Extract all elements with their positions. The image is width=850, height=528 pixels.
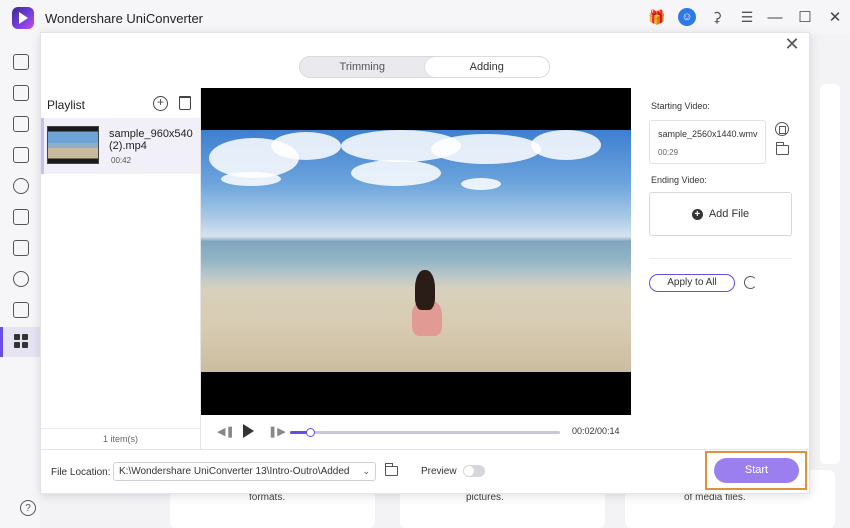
file-location-select[interactable]: K:\Wondershare UniConverter 13\Intro-Out…	[113, 462, 376, 481]
gift-icon[interactable]: 🎁	[644, 4, 670, 30]
app-title: Wondershare UniConverter	[45, 11, 203, 26]
maximize-button[interactable]: ☐	[790, 4, 820, 30]
add-icon: +	[691, 208, 703, 220]
preview-label: Preview	[421, 466, 457, 477]
starting-video-duration: 00:29	[658, 148, 679, 157]
converter-icon[interactable]	[13, 85, 29, 101]
starting-video-label: Starting Video:	[651, 101, 710, 111]
add-file-label: Add File	[708, 208, 750, 220]
delete-starting-video-icon[interactable]	[775, 122, 789, 136]
downloader-icon[interactable]	[13, 116, 29, 132]
refresh-icon[interactable]	[744, 276, 757, 289]
home-icon[interactable]	[13, 54, 29, 70]
file-location-label: File Location:	[51, 467, 111, 478]
mode-tabs: Trimming Adding	[299, 56, 550, 78]
close-window-button[interactable]: ✕	[820, 4, 850, 30]
starting-video-name: sample_2560x1440.wmv	[658, 129, 758, 139]
sidebar-item-toolbox[interactable]	[0, 327, 40, 357]
video-editor-icon[interactable]	[13, 147, 29, 163]
play-icon[interactable]	[243, 424, 254, 438]
titlebar-icons: 🎁 ☺ ⚳ ☰ — ☐ ✕	[640, 0, 850, 34]
beach-scene-image	[201, 130, 631, 372]
person-figure	[409, 270, 443, 340]
video-preview[interactable]	[201, 88, 631, 415]
apply-to-all-button[interactable]: Apply to All	[649, 274, 735, 292]
delete-playlist-icon[interactable]	[179, 96, 191, 110]
headset-icon[interactable]: ⚳	[704, 4, 730, 30]
time-readout: 00:02/00:14	[572, 426, 620, 436]
video-thumbnail	[47, 126, 99, 164]
player-icon[interactable]	[13, 302, 29, 318]
tab-trimming[interactable]: Trimming	[300, 57, 425, 77]
file-location-value: K:\Wondershare UniConverter 13\Intro-Out…	[119, 466, 350, 477]
add-file-button[interactable]: + Add File	[649, 192, 792, 236]
screen-recorder-icon[interactable]	[13, 240, 29, 256]
chevron-down-icon: ⌄	[362, 466, 370, 476]
playlist-panel: Playlist + sample_960x540 (2).mp4 00:42 …	[41, 88, 201, 449]
open-folder-icon[interactable]	[385, 463, 398, 476]
app-logo-icon	[12, 7, 34, 29]
dialog-footer: File Location: K:\Wondershare UniConvert…	[41, 449, 811, 495]
divider	[649, 258, 792, 259]
user-icon[interactable]: ☺	[674, 4, 700, 30]
player-controls: ◀❚ ❚▶ 00:02/00:14	[201, 415, 631, 449]
seek-bar[interactable]	[290, 428, 560, 437]
background-card	[820, 84, 840, 464]
sidebar: ?	[0, 34, 98, 528]
folder-icon[interactable]	[776, 142, 789, 155]
intro-outro-panel: Starting Video: sample_2560x1440.wmv 00:…	[631, 88, 811, 449]
preview-toggle[interactable]	[463, 465, 485, 477]
starting-video-card: sample_2560x1440.wmv 00:29	[649, 120, 766, 164]
help-icon[interactable]: ?	[20, 500, 36, 516]
ending-video-label: Ending Video:	[651, 175, 707, 185]
intro-outro-dialog: ✕ Trimming Adding Playlist + sample_960x…	[40, 32, 811, 495]
start-button[interactable]: Start	[714, 458, 799, 483]
toolbox-icon	[14, 334, 28, 348]
merger-icon[interactable]	[13, 209, 29, 225]
add-to-playlist-icon[interactable]: +	[153, 96, 168, 111]
next-frame-icon[interactable]: ❚▶	[268, 425, 286, 438]
playlist-item-name: sample_960x540 (2).mp4	[109, 128, 193, 152]
menu-icon[interactable]: ☰	[734, 4, 760, 30]
playlist-count: 1 item(s)	[41, 428, 200, 449]
playlist-item-duration: 00:42	[111, 156, 132, 165]
dvd-burner-icon[interactable]	[13, 271, 29, 287]
cut-icon[interactable]	[13, 178, 29, 194]
close-dialog-icon[interactable]: ✕	[783, 35, 801, 53]
playlist-title: Playlist	[47, 98, 86, 112]
previous-frame-icon[interactable]: ◀❚	[217, 425, 235, 438]
tab-adding[interactable]: Adding	[424, 57, 549, 77]
seek-handle[interactable]	[305, 428, 315, 437]
playlist-item[interactable]: sample_960x540 (2).mp4 00:42	[41, 118, 200, 174]
app-titlebar: Wondershare UniConverter 🎁 ☺ ⚳ ☰ — ☐ ✕	[0, 0, 850, 34]
minimize-button[interactable]: —	[760, 4, 790, 30]
